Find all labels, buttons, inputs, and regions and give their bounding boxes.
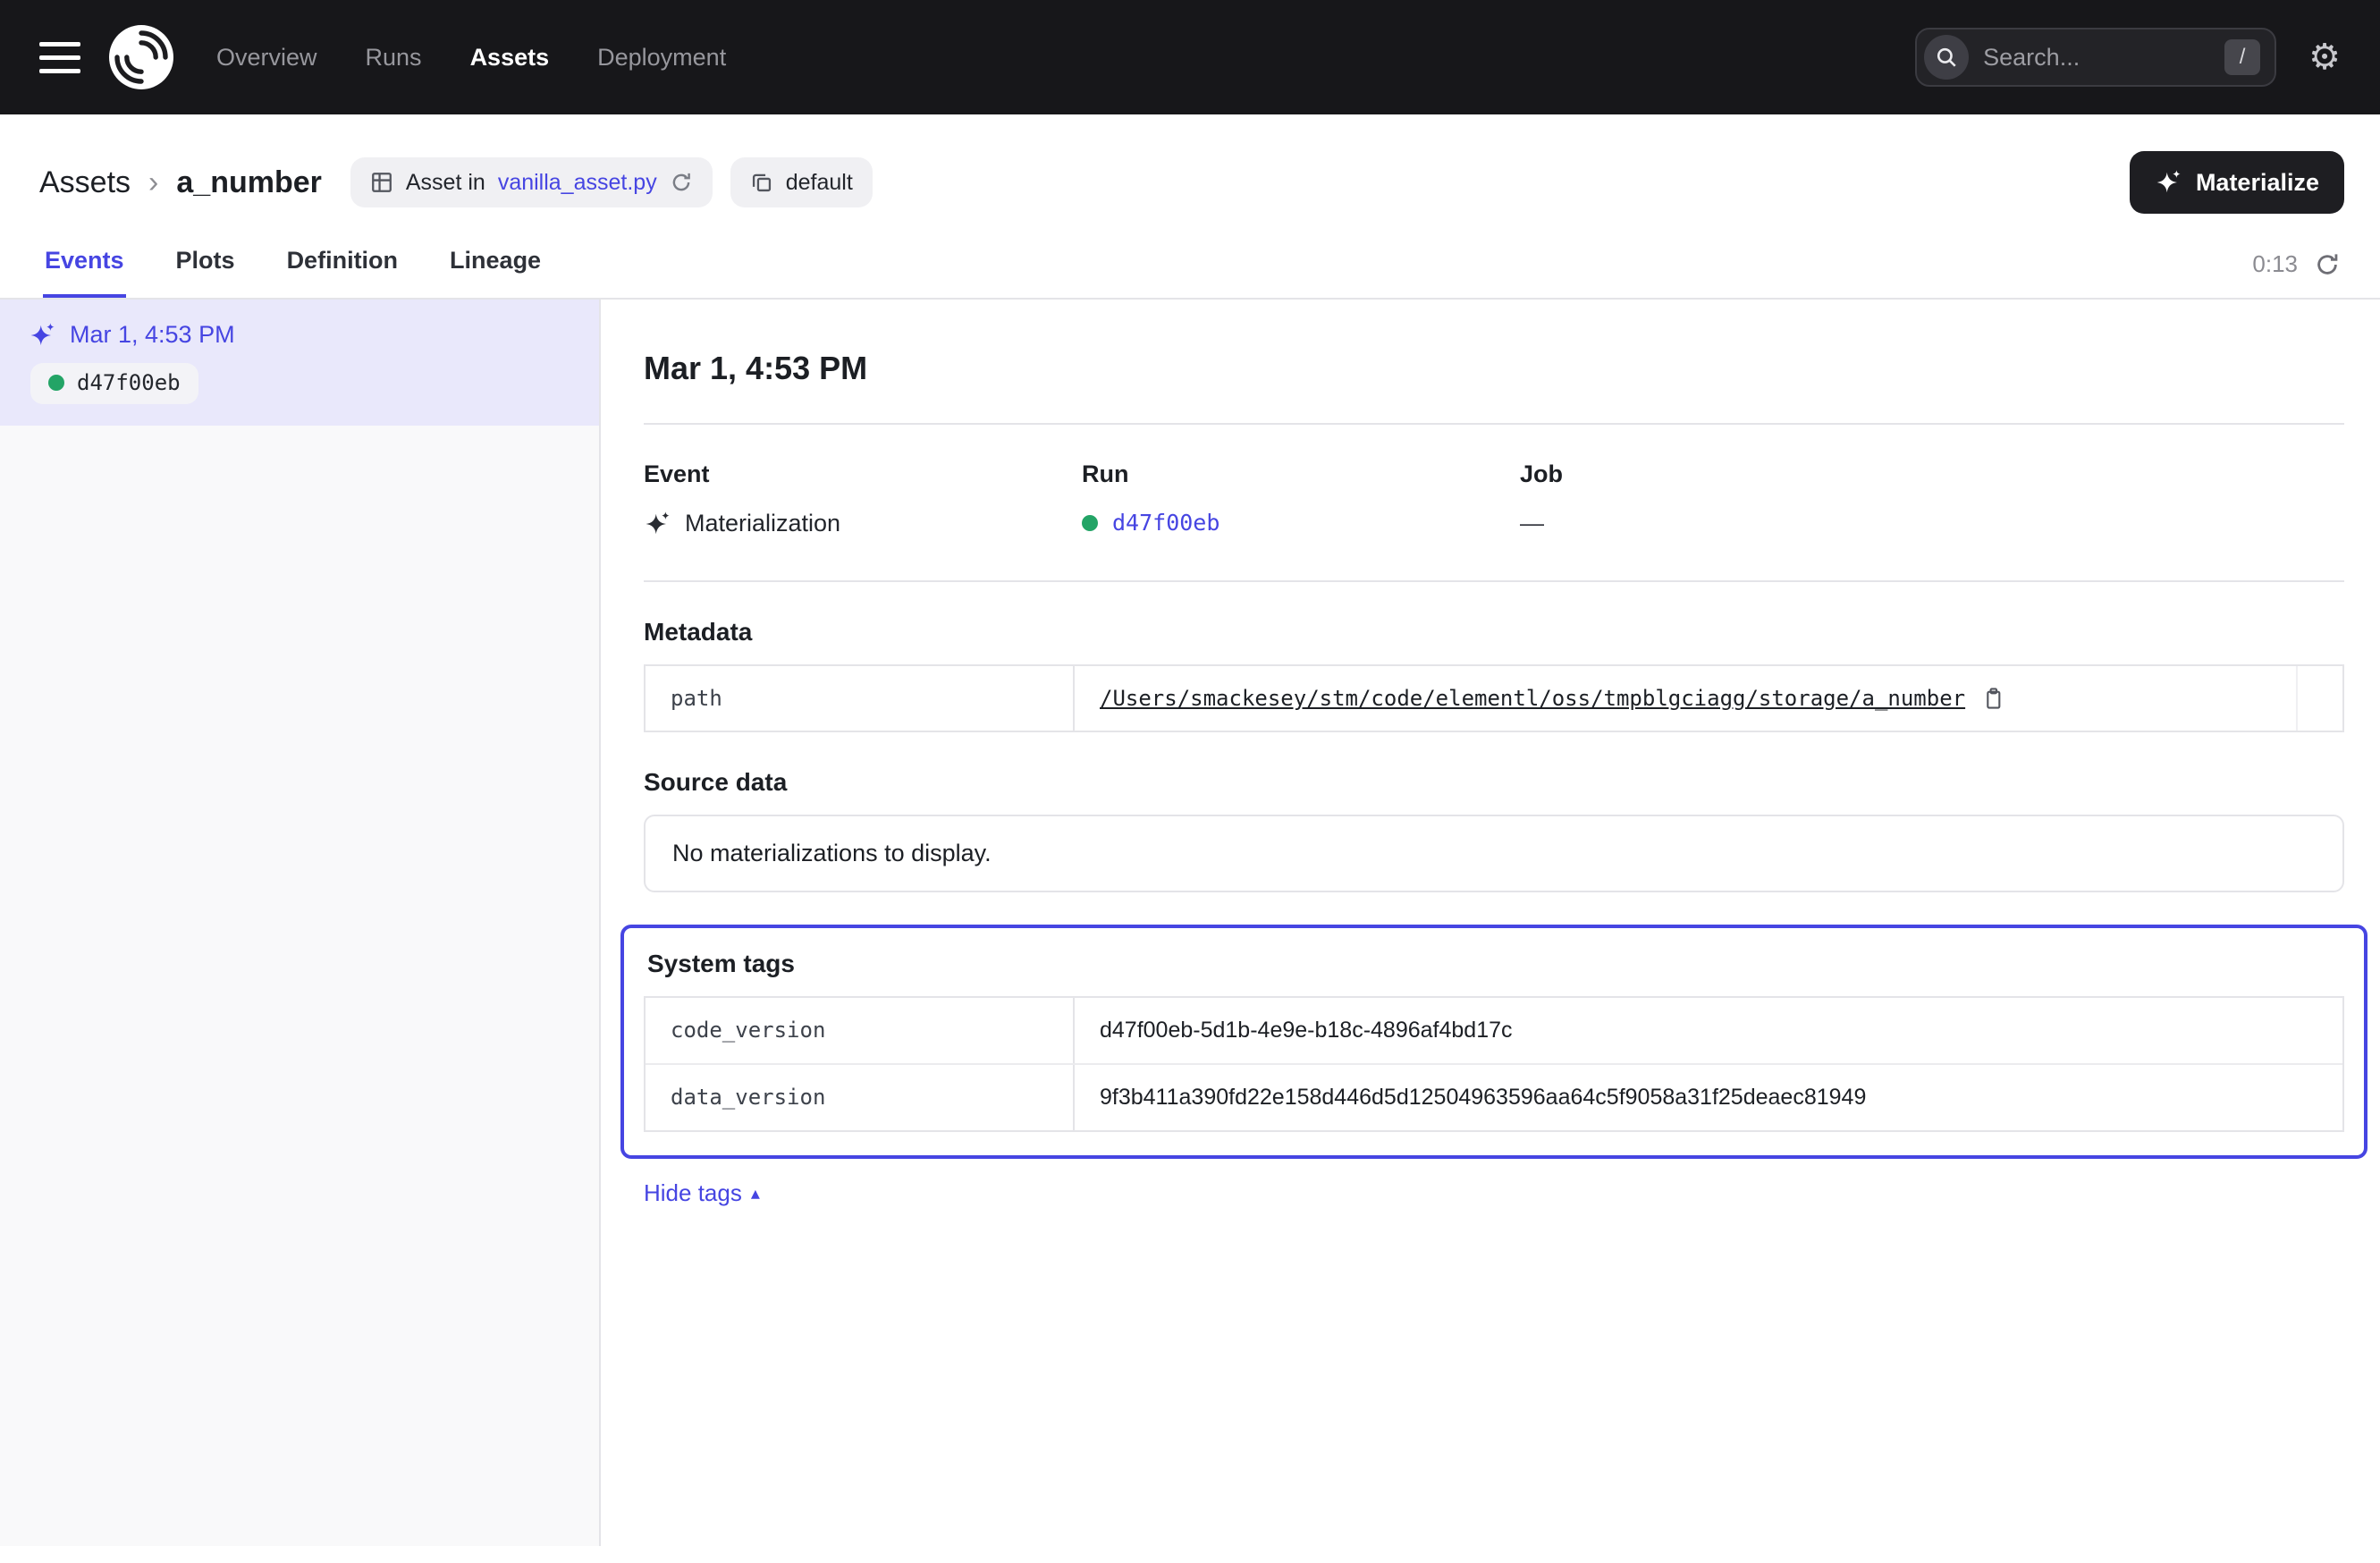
tab-plots[interactable]: Plots — [174, 247, 237, 298]
event-title: Mar 1, 4:53 PM — [644, 350, 2344, 387]
source-data-heading: Source data — [644, 768, 2344, 797]
event-label: Event — [644, 460, 1082, 488]
run-id-text: d47f00eb — [77, 370, 181, 395]
reload-icon[interactable] — [670, 171, 693, 194]
sparkle-icon — [2155, 169, 2182, 196]
divider — [644, 580, 2344, 582]
breadcrumb: Assets › a_number Asset in vanilla_asset… — [39, 147, 2344, 218]
grid-icon — [370, 171, 393, 194]
sparkle-icon — [644, 511, 671, 537]
group-label: default — [786, 170, 853, 196]
materialize-label: Materialize — [2196, 169, 2319, 197]
tag-row: code_version d47f00eb-5d1b-4e9e-b18c-489… — [646, 998, 2342, 1063]
event-column: Event Materialization — [644, 460, 1082, 537]
materialize-button[interactable]: Materialize — [2130, 151, 2344, 214]
hide-tags-link[interactable]: Hide tags ▴ — [644, 1179, 760, 1207]
dagster-logo-icon — [109, 25, 173, 89]
refresh-timer: 0:13 — [2252, 250, 2298, 278]
job-value: — — [1520, 510, 1544, 537]
metadata-key: path — [646, 666, 1075, 731]
nav-right: Search... / ⚙ — [1915, 28, 2341, 87]
nav-item-deployment[interactable]: Deployment — [597, 44, 726, 72]
system-tags-highlight: System tags code_version d47f00eb-5d1b-4… — [620, 925, 2367, 1159]
search-icon — [1924, 35, 1969, 80]
run-label: Run — [1082, 460, 1520, 488]
top-nav: Overview Runs Assets Deployment Search..… — [0, 0, 2380, 114]
nav-item-assets[interactable]: Assets — [470, 44, 550, 72]
dagster-logo[interactable] — [109, 25, 173, 89]
hide-tags-label: Hide tags — [644, 1179, 742, 1207]
settings-gear-icon[interactable]: ⚙ — [2308, 39, 2341, 75]
slash-shortcut-key: / — [2224, 39, 2260, 75]
group-icon — [750, 171, 773, 194]
status-dot — [48, 375, 64, 391]
content: Mar 1, 4:53 PM d47f00eb Mar 1, 4:53 PM E… — [0, 300, 2380, 1546]
tab-definition[interactable]: Definition — [285, 247, 400, 298]
nav-item-overview[interactable]: Overview — [216, 44, 317, 72]
event-detail: Mar 1, 4:53 PM Event Materialization Run… — [601, 300, 2380, 1546]
asset-in-label: Asset in — [406, 170, 485, 196]
asset-file-link[interactable]: vanilla_asset.py — [498, 170, 657, 196]
breadcrumb-assets-link[interactable]: Assets — [39, 165, 131, 200]
metadata-actions-cell — [2296, 666, 2342, 731]
job-column: Job — — [1520, 460, 1958, 537]
asset-group-chip[interactable]: default — [730, 157, 873, 207]
metadata-table: path /Users/smackesey/stm/code/elementl/… — [644, 664, 2344, 732]
tab-lineage[interactable]: Lineage — [448, 247, 543, 298]
status-dot — [1082, 515, 1098, 531]
page-header: Assets › a_number Asset in vanilla_asset… — [0, 114, 2380, 300]
event-list: Mar 1, 4:53 PM d47f00eb — [0, 300, 601, 1546]
tag-key: data_version — [646, 1065, 1075, 1130]
tabs-row: Events Plots Definition Lineage 0:13 — [39, 247, 2344, 298]
tab-events[interactable]: Events — [43, 247, 126, 298]
tag-value: 9f3b411a390fd22e158d446d5d12504963596aa6… — [1100, 1085, 1866, 1111]
search-placeholder: Search... — [1983, 44, 2210, 72]
event-timestamp: Mar 1, 4:53 PM — [70, 321, 235, 349]
metadata-row: path /Users/smackesey/stm/code/elementl/… — [646, 666, 2342, 731]
menu-icon[interactable] — [39, 42, 80, 73]
event-summary-columns: Event Materialization Run d47f00eb Job — — [644, 460, 2344, 537]
event-list-item[interactable]: Mar 1, 4:53 PM d47f00eb — [0, 300, 599, 426]
tag-value: d47f00eb-5d1b-4e9e-b18c-4896af4bd17c — [1100, 1018, 1513, 1043]
search-input[interactable]: Search... / — [1915, 28, 2276, 87]
system-tags-heading: System tags — [647, 950, 2344, 978]
tag-row: data_version 9f3b411a390fd22e158d446d5d1… — [646, 1063, 2342, 1130]
caret-up-icon: ▴ — [751, 1185, 760, 1203]
copy-icon[interactable] — [1981, 687, 2004, 710]
refresh-status: 0:13 — [2252, 250, 2341, 298]
run-column: Run d47f00eb — [1082, 460, 1520, 537]
path-link[interactable]: /Users/smackesey/stm/code/elementl/oss/t… — [1100, 686, 1965, 711]
nav-item-runs[interactable]: Runs — [366, 44, 422, 72]
asset-definition-chip[interactable]: Asset in vanilla_asset.py — [350, 157, 713, 207]
system-tags-table: code_version d47f00eb-5d1b-4e9e-b18c-489… — [644, 996, 2344, 1132]
breadcrumb-chevron-icon: › — [148, 165, 158, 200]
page-title: a_number — [176, 165, 322, 200]
run-id-badge: d47f00eb — [30, 363, 198, 404]
sparkle-icon — [29, 322, 55, 349]
metadata-heading: Metadata — [644, 618, 2344, 646]
refresh-icon[interactable] — [2314, 251, 2341, 278]
job-label: Job — [1520, 460, 1958, 488]
empty-state: No materializations to display. — [644, 815, 2344, 892]
main-nav: Overview Runs Assets Deployment — [216, 44, 726, 72]
materialization-value: Materialization — [685, 510, 840, 537]
run-link[interactable]: d47f00eb — [1112, 510, 1220, 536]
divider — [644, 423, 2344, 425]
tag-key: code_version — [646, 998, 1075, 1063]
